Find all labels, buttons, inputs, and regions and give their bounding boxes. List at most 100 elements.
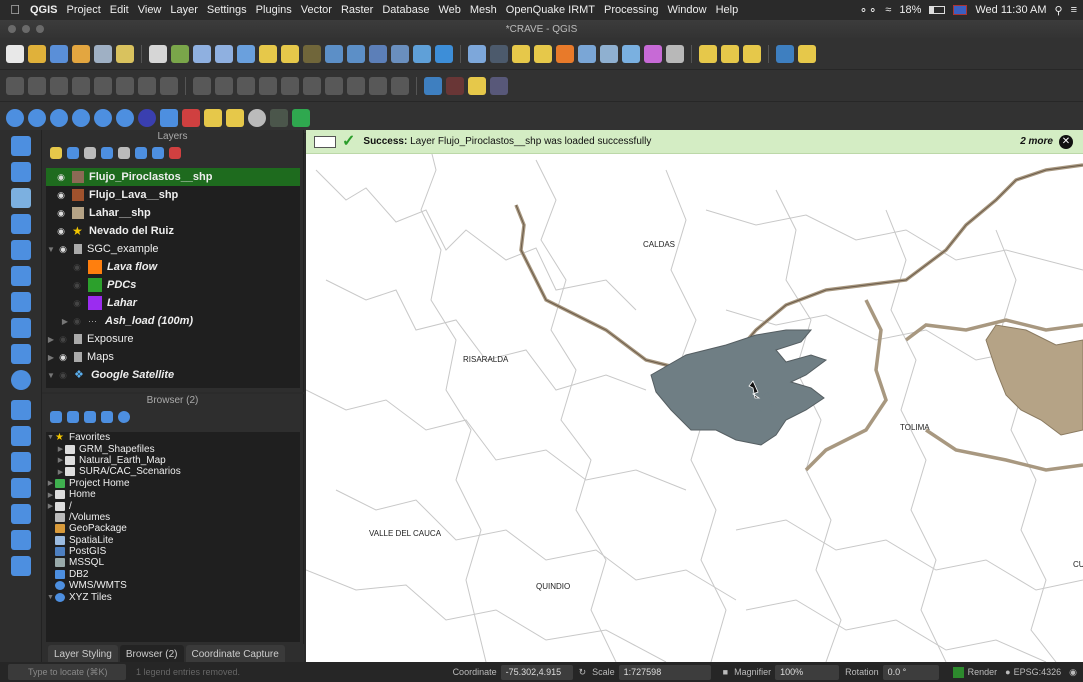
zoom-window-button[interactable] (36, 25, 44, 33)
add-raster-icon[interactable] (11, 188, 31, 208)
move-feature-icon[interactable] (215, 76, 233, 95)
visibility-eye-icon[interactable]: ◉ (54, 172, 68, 183)
message-log-icon[interactable] (314, 135, 336, 148)
browser-item-wms[interactable]: WMS/WMTS (46, 580, 300, 591)
filter-expression-icon[interactable] (118, 147, 130, 159)
group-row-sgc-example[interactable]: ▼ ◉ SGC_example (46, 240, 300, 258)
help-icon[interactable] (116, 108, 134, 127)
lahar-polygon[interactable] (985, 324, 1083, 436)
digitize-shape-icon[interactable] (193, 76, 211, 95)
select-features-icon[interactable] (512, 44, 530, 63)
new-bookmark-icon[interactable] (721, 44, 739, 63)
help-contents-icon[interactable] (424, 76, 442, 95)
expand-arrow-icon[interactable]: ▶ (46, 502, 55, 510)
browser-item-favorites[interactable]: ▼ ★ Favorites (46, 432, 300, 443)
expand-arrow-icon[interactable]: ▶ (46, 491, 55, 499)
layer-row-flujo-lava[interactable]: ◉ Flujo_Lava__shp (46, 186, 300, 204)
expand-arrow-icon[interactable]: ▼ (46, 245, 56, 254)
menu-layer[interactable]: Layer (170, 4, 198, 16)
visibility-eye-icon[interactable]: ◉ (54, 190, 68, 201)
add-ring-icon[interactable] (281, 76, 299, 95)
select-by-expression-icon[interactable] (556, 44, 574, 63)
close-icon[interactable]: ✕ (1059, 134, 1073, 149)
add-wcs-icon[interactable] (11, 400, 31, 420)
browser-item-volumes[interactable]: /Volumes (46, 512, 300, 523)
layer-row-lahar-sgc[interactable]: ◉ Lahar (46, 294, 300, 312)
new-3d-view-icon[interactable] (391, 44, 409, 63)
add-layer-icon[interactable] (11, 136, 31, 156)
visibility-eye-icon[interactable]: ◉ (70, 280, 84, 291)
zoom-in-icon[interactable] (193, 44, 211, 63)
browser-item-natural-earth[interactable]: ▶ Natural_Earth_Map (46, 455, 300, 466)
reshape-icon[interactable] (369, 76, 387, 95)
crs-icon[interactable]: ● (1005, 667, 1010, 677)
layer-row-lava-flow[interactable]: ◉ Lava flow (46, 258, 300, 276)
add-mesh-icon[interactable] (11, 214, 31, 234)
expand-arrow-icon[interactable]: ▶ (60, 317, 70, 326)
browser-item-root[interactable]: ▶ / (46, 500, 300, 512)
fill-ring-icon[interactable] (325, 76, 343, 95)
expand-arrow-icon[interactable]: ▶ (56, 456, 65, 464)
render-checkbox[interactable] (952, 666, 964, 678)
layer-row-ash-load[interactable]: ▶ ◉ ⋯ Ash_load (100m) (46, 312, 300, 330)
add-xyz-icon[interactable] (11, 426, 31, 446)
refresh-browser-icon[interactable] (67, 411, 79, 423)
new-print-layout-icon[interactable] (72, 44, 90, 63)
wifi-icon[interactable]: ≈ (885, 4, 891, 16)
visibility-eye-icon[interactable]: ◉ (54, 226, 68, 237)
menu-vector[interactable]: Vector (301, 4, 332, 16)
menu-processing[interactable]: Processing (604, 4, 658, 16)
refresh-icon[interactable] (435, 44, 453, 63)
browser-item-grm-shapefiles[interactable]: ▶ GRM_Shapefiles (46, 443, 300, 455)
expand-all-icon[interactable] (135, 147, 147, 159)
current-edits-icon[interactable] (6, 76, 24, 95)
menu-view[interactable]: View (138, 4, 162, 16)
wkt-icon[interactable] (138, 108, 156, 127)
processing-toolbox-icon[interactable] (622, 44, 640, 63)
add-postgis-icon[interactable] (11, 318, 31, 338)
save-edits-icon[interactable] (50, 76, 68, 95)
new-geopackage-icon[interactable] (11, 504, 31, 524)
menu-help[interactable]: Help (716, 4, 739, 16)
add-virtual-icon[interactable] (11, 292, 31, 312)
map-tips-icon[interactable] (699, 44, 717, 63)
plot-icon[interactable] (490, 76, 508, 95)
layer-row-pdcs[interactable]: ◉ PDCs (46, 276, 300, 294)
add-vector-icon[interactable] (11, 162, 31, 182)
expand-arrow-icon[interactable]: ▼ (46, 434, 55, 441)
expand-arrow-icon[interactable]: ▶ (56, 445, 65, 453)
layer-row-nevado-del-ruiz[interactable]: ◉ ★ Nevado del Ruiz (46, 222, 300, 240)
style-manager-icon[interactable] (116, 44, 134, 63)
new-map-view-icon[interactable] (369, 44, 387, 63)
scale-field[interactable]: 1:727598 (618, 664, 711, 680)
menu-database[interactable]: Database (382, 4, 429, 16)
rotate-feature-icon[interactable] (237, 76, 255, 95)
python-console-icon[interactable] (776, 44, 794, 63)
web-icon[interactable] (50, 108, 68, 127)
visibility-eye-icon[interactable]: ◉ (56, 370, 70, 381)
battery-icon[interactable] (929, 6, 946, 14)
menu-plugins[interactable]: Plugins (256, 4, 292, 16)
new-shapefile-icon[interactable] (11, 478, 31, 498)
add-group-icon[interactable] (67, 147, 79, 159)
glasses-icon[interactable]: ⚬⚬ (859, 4, 877, 17)
add-part-icon[interactable] (303, 76, 321, 95)
visibility-eye-icon[interactable]: ◉ (54, 208, 68, 219)
menu-raster[interactable]: Raster (341, 4, 373, 16)
zoom-out-icon[interactable] (215, 44, 233, 63)
map-layer-icon[interactable] (182, 108, 200, 127)
manage-themes-icon[interactable] (84, 147, 96, 159)
menu-web[interactable]: Web (438, 4, 460, 16)
layer-row-google-satellite[interactable]: ▼ ◉ ❖ Google Satellite (46, 366, 300, 384)
zoom-next-icon[interactable] (347, 44, 365, 63)
text-annotation-icon[interactable] (743, 44, 761, 63)
add-arcgis-icon[interactable] (11, 452, 31, 472)
collapse-all-icon[interactable] (152, 147, 164, 159)
add-wfs-icon[interactable] (11, 370, 31, 390)
compass-icon[interactable] (94, 108, 112, 127)
flag-icon[interactable] (953, 5, 968, 15)
new-temp-layer-icon[interactable] (11, 530, 31, 550)
layer-row-lahar[interactable]: ◉ Lahar__shp (46, 204, 300, 222)
filter-browser-icon[interactable] (84, 411, 96, 423)
browser-item-db2[interactable]: DB2 (46, 569, 300, 580)
